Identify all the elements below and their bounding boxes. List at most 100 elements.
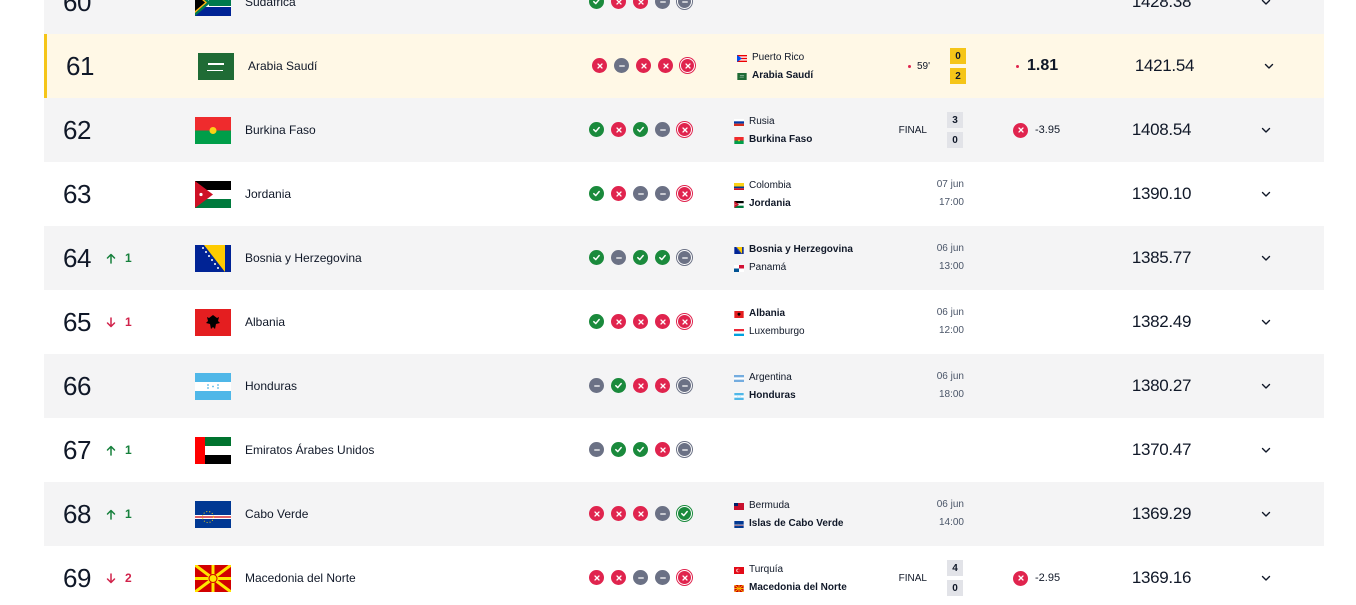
total-points: 1421.54 — [1134, 56, 1195, 75]
table-row[interactable]: 68 1 Cabo Verde Bermuda Islas de Cabo Verde 0… — [44, 482, 1324, 546]
table-row[interactable]: 67 1 Emiratos Árabes Unidos 1370.47 — [44, 418, 1324, 482]
x-icon — [615, 318, 623, 326]
chevron-down-icon[interactable] — [1260, 444, 1272, 456]
rank-change: 2 — [106, 546, 132, 605]
chevron-down-icon[interactable] — [1260, 508, 1272, 520]
team-flag — [734, 374, 744, 382]
chevron-down-icon[interactable] — [1260, 316, 1272, 328]
form-result — [633, 186, 648, 201]
rank-number: 60 — [63, 0, 91, 17]
form-result — [655, 186, 670, 201]
chevron-down-icon[interactable] — [1263, 60, 1275, 72]
chevron-down-icon[interactable] — [1260, 380, 1272, 392]
arrow-up-icon — [106, 445, 116, 456]
match-score: 40 — [947, 560, 963, 596]
next-match[interactable]: Rusia Burkina Faso FINAL 3 0 — [734, 112, 974, 148]
chevron-down-icon[interactable] — [1260, 0, 1272, 8]
match-team-name: Panamá — [749, 261, 787, 273]
points-value: 1.81 — [1027, 57, 1059, 74]
team-name[interactable]: Burkina Faso — [245, 98, 316, 162]
team-flag — [734, 246, 744, 254]
rank-number: 64 — [63, 243, 91, 273]
total-points: 1380.27 — [1131, 376, 1192, 395]
next-match[interactable]: Bosnia y Herzegovina Panamá 06 jun 13:00 — [734, 240, 974, 276]
match-team-name: Argentina — [749, 371, 792, 383]
team-flag — [198, 53, 234, 80]
match-time: 14:00 — [938, 517, 964, 528]
match-home-team: Bermuda — [734, 496, 790, 514]
total-points: 1382.49 — [1131, 312, 1192, 331]
chevron-down-icon[interactable] — [1260, 124, 1272, 136]
rank-number: 63 — [63, 179, 91, 209]
team-flag — [734, 200, 744, 208]
match-team-name: Colombia — [749, 179, 792, 191]
x-icon — [615, 574, 623, 582]
rank-change: 1 — [106, 226, 132, 290]
form-result — [633, 250, 648, 265]
arrow-down-icon — [106, 316, 116, 328]
chevron-down-icon[interactable] — [1260, 188, 1272, 200]
table-row[interactable]: 62 Burkina Faso Rusia Burkina Faso FINAL 3 0 -3… — [44, 98, 1324, 162]
chevron-down-icon[interactable] — [1260, 572, 1272, 584]
check-icon — [592, 253, 601, 262]
match-datetime: 06 jun 12:00 — [884, 304, 964, 340]
match-away-team: Jordania — [734, 194, 791, 212]
match-team-name: Bermuda — [749, 499, 790, 511]
total-points: 1390.10 — [1131, 184, 1192, 203]
x-icon — [681, 318, 689, 326]
rank-number: 65 — [63, 307, 91, 337]
team-flag — [734, 520, 744, 528]
match-time: 18:00 — [938, 389, 964, 400]
rank-change-value: 1 — [125, 315, 132, 329]
table-row[interactable]: 61 Arabia Saudí Puerto Rico Arabia Saudí 59'… — [44, 34, 1324, 98]
check-icon — [592, 125, 601, 134]
form-result — [633, 442, 648, 457]
team-name[interactable]: Honduras — [245, 354, 297, 418]
table-row[interactable]: 66 Honduras Argentina Honduras 06 jun 18:00 13… — [44, 354, 1324, 418]
table-row[interactable]: 60 Sudáfrica 1428.38 — [44, 0, 1324, 34]
next-match[interactable]: Puerto Rico Arabia Saudí 59' 0 2 — [737, 48, 977, 84]
team-name[interactable]: Bosnia y Herzegovina — [245, 226, 362, 290]
table-row[interactable]: 65 1 Albania Albania Luxemburgo 06 jun 12:00 13… — [44, 290, 1324, 354]
live-dot-icon — [907, 64, 911, 68]
team-name[interactable]: Sudáfrica — [245, 0, 296, 34]
minus-icon — [593, 382, 601, 390]
form-result — [633, 122, 648, 137]
x-icon — [615, 190, 623, 198]
check-icon — [592, 189, 601, 198]
match-team-name: Jordania — [749, 197, 791, 209]
team-name[interactable]: Macedonia del Norte — [245, 546, 356, 605]
next-match[interactable]: Colombia Jordania 07 jun 17:00 — [734, 176, 974, 212]
next-match[interactable]: Bermuda Islas de Cabo Verde 06 jun 14:00 — [734, 496, 974, 532]
form-result — [589, 314, 604, 329]
team-name[interactable]: Jordania — [245, 162, 291, 226]
rank-change: 1 — [106, 482, 132, 546]
match-away-team: Honduras — [734, 386, 796, 404]
recent-form — [589, 250, 692, 265]
team-name[interactable]: Emiratos Árabes Unidos — [245, 418, 374, 482]
match-score: 30 — [947, 112, 963, 148]
check-icon — [636, 253, 645, 262]
form-result — [589, 186, 604, 201]
team-name[interactable]: Albania — [245, 290, 285, 354]
form-result — [633, 0, 648, 9]
next-match[interactable]: Turquía Macedonia del Norte FINAL 4 0 — [734, 560, 974, 596]
form-result — [655, 442, 670, 457]
team-name[interactable]: Arabia Saudí — [248, 34, 317, 98]
table-row[interactable]: 69 2 Macedonia del Norte Turquía Macedonia d… — [44, 546, 1324, 605]
arrow-up-icon — [106, 253, 116, 264]
x-icon — [615, 126, 623, 134]
team-name[interactable]: Cabo Verde — [245, 482, 308, 546]
minus-icon — [615, 254, 623, 262]
x-icon — [1013, 122, 1028, 138]
form-result — [677, 0, 692, 9]
chevron-down-icon[interactable] — [1260, 252, 1272, 264]
table-row[interactable]: 63 Jordania Colombia Jordania 07 jun 17:00 139… — [44, 162, 1324, 226]
rank-change: 1 — [106, 418, 132, 482]
next-match[interactable]: Argentina Honduras 06 jun 18:00 — [734, 368, 974, 404]
next-match[interactable]: Albania Luxemburgo 06 jun 12:00 — [734, 304, 974, 340]
table-row[interactable]: 64 1 Bosnia y Herzegovina Bosnia y Herzegov… — [44, 226, 1324, 290]
ranking-table: 60 Sudáfrica 1428.38 61 Arabia Saudí Puerto R… — [44, 0, 1324, 605]
form-result — [589, 570, 604, 585]
points-change: 1.81 — [1016, 34, 1058, 98]
